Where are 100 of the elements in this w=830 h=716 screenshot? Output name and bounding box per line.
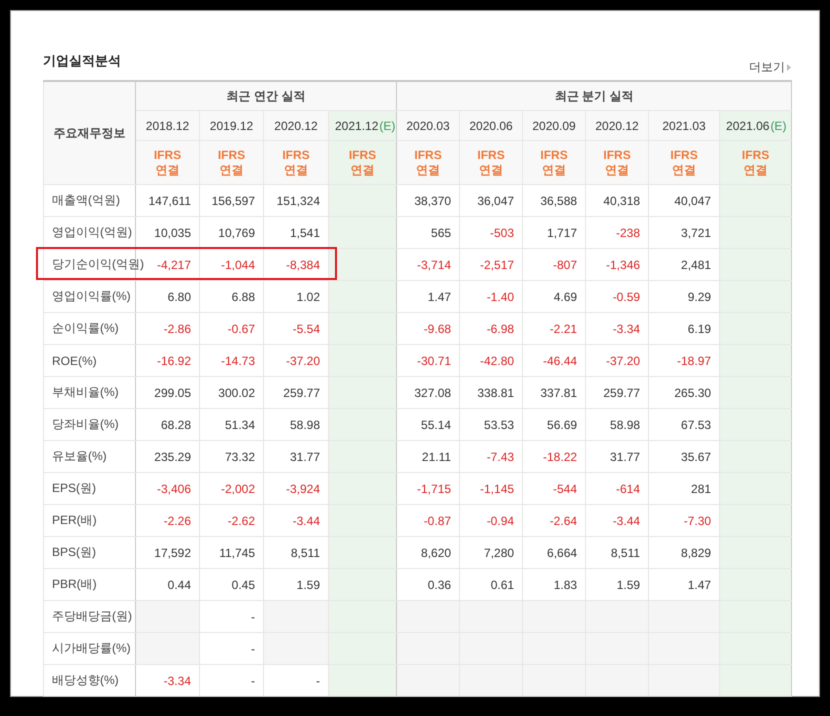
group-header: 최근 연간 실적 [136, 81, 397, 110]
table-cell: 67.53 [681, 418, 712, 432]
table-cell: 35.67 [681, 450, 712, 464]
table-cell: -3.44 [292, 514, 320, 528]
table-cell: 7,280 [484, 546, 514, 560]
table-cell: 6.80 [168, 290, 191, 304]
table-cell: -14.73 [220, 354, 255, 368]
table-cell: -7.43 [486, 450, 514, 464]
period-header: 2020.12 [586, 110, 649, 140]
basis-label: IFRS 연결 [476, 148, 506, 178]
table-cell: 68.28 [160, 418, 191, 432]
table-cell: -2.86 [164, 322, 191, 336]
period-header: 2018.12 [136, 110, 200, 140]
row-label: EPS(원) [52, 481, 96, 495]
table-cell: -544 [553, 482, 578, 496]
row-label: 시가배당률(%) [52, 641, 131, 655]
table-cell: 9.29 [688, 290, 712, 304]
group-header: 최근 분기 실적 [396, 81, 792, 110]
row-label: 유보율(%) [52, 449, 107, 463]
table-cell: -37.20 [286, 354, 320, 368]
table-cell: -503 [490, 226, 514, 240]
row-label: 당좌비율(%) [52, 417, 119, 431]
basis-label: IFRS 연결 [281, 148, 311, 178]
table-cell: 2,481 [681, 258, 712, 272]
table-cell: -1,145 [480, 482, 514, 496]
row-label: 부채비율(%) [52, 385, 119, 399]
table-cell: 6,664 [547, 546, 578, 560]
table-cell: 1.02 [296, 290, 320, 304]
table-cell: -3.34 [164, 674, 191, 688]
table-cell: 337.81 [540, 386, 578, 400]
table-cell: 6.19 [688, 322, 712, 336]
arrow-icon [787, 64, 791, 71]
table-cell: 147,611 [148, 194, 191, 208]
table-cell: 1.83 [554, 578, 578, 592]
basis-label: IFRS 연결 [602, 148, 632, 178]
table-cell: 1.47 [688, 578, 712, 592]
table-cell: 6.88 [232, 290, 255, 304]
basis-label: IFRS 연결 [413, 148, 443, 178]
table-cell: 3,721 [681, 226, 712, 240]
table-cell: 281 [691, 482, 712, 496]
table-cell: -2.21 [550, 322, 578, 336]
basis-label: IFRS 연결 [669, 148, 699, 178]
row-label: BPS(원) [52, 545, 96, 559]
table-cell: -2.26 [164, 514, 191, 528]
table-cell: 36,047 [477, 194, 514, 208]
table-cell: 151,324 [276, 194, 320, 208]
table-cell: 21.11 [422, 450, 452, 464]
row-label: 영업이익(억원) [52, 225, 132, 239]
table-cell: -2,002 [220, 482, 255, 496]
table-cell: -3,714 [417, 258, 452, 272]
table-cell: 259.77 [283, 386, 320, 400]
row-label: 순이익률(%) [52, 321, 119, 335]
table-cell: 58.98 [610, 418, 640, 432]
table-cell: -3.44 [612, 514, 640, 528]
row-label: ROE(%) [52, 354, 97, 368]
table-cell: 8,829 [681, 546, 712, 560]
table-cell: -9.68 [424, 322, 452, 336]
table-cell: -2,517 [480, 258, 514, 272]
table-cell: -30.71 [417, 354, 452, 368]
table-cell: 38,370 [414, 194, 452, 208]
period-header: 2021.12(E) [328, 110, 397, 140]
row-label: 배당성향(%) [52, 673, 119, 687]
table-cell: 1.59 [296, 578, 320, 592]
period-header: 2020.03 [396, 110, 460, 140]
table-cell: 40,318 [603, 194, 640, 208]
table-cell: 31.77 [290, 450, 320, 464]
table-cell: 1.47 [428, 290, 452, 304]
column-header: 주요재무정보 [44, 81, 136, 184]
table-cell: 299.05 [154, 386, 191, 400]
table-cell: 40,047 [674, 194, 712, 208]
table-cell: 1,541 [290, 226, 320, 240]
table-cell: -807 [553, 258, 578, 272]
table-cell: 0.44 [168, 578, 191, 592]
more-link[interactable]: 더보기 [749, 59, 791, 76]
table-cell: 10,769 [218, 226, 255, 240]
table-cell: -238 [616, 226, 640, 240]
table-cell: 8,511 [610, 546, 640, 560]
period-header: 2020.06 [460, 110, 523, 140]
table-cell: -6.98 [486, 322, 514, 336]
row-label: PER(배) [52, 513, 97, 527]
period-header: 2019.12 [200, 110, 264, 140]
table-cell: -2.64 [550, 514, 578, 528]
period-header: 2020.09 [522, 110, 586, 140]
row-label: 매출액(억원) [52, 193, 120, 207]
basis-label: IFRS 연결 [348, 148, 378, 178]
table-cell: 0.61 [490, 578, 514, 592]
section-title: 기업실적분석 [43, 52, 121, 70]
basis-label: IFRS 연결 [216, 148, 246, 178]
table-cell: -3,406 [156, 482, 191, 496]
basis-label: IFRS 연결 [152, 148, 182, 178]
table-cell: - [251, 674, 255, 688]
table-cell: -37.20 [606, 354, 640, 368]
table-cell: -3,924 [286, 482, 320, 496]
table-cell: -0.67 [228, 322, 255, 336]
table-cell: 17,592 [154, 546, 191, 560]
table-cell: 338.81 [477, 386, 514, 400]
row-label: 주당배당금(원) [52, 609, 132, 623]
table-cell: 156,597 [212, 194, 255, 208]
table-cell: 0.45 [232, 578, 255, 592]
table-cell: 31.77 [610, 450, 640, 464]
